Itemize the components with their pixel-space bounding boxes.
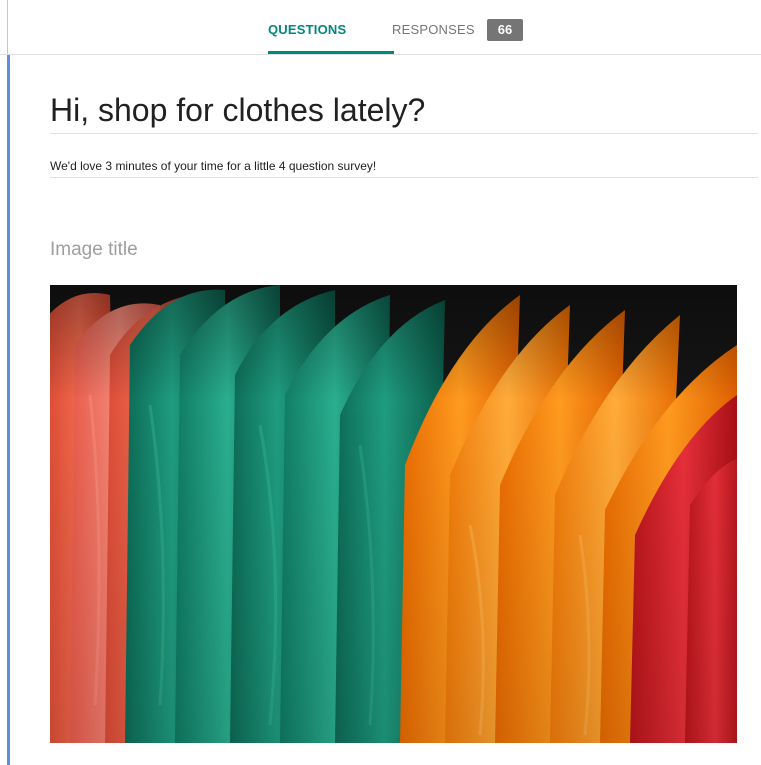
description-underline: [50, 177, 758, 178]
responses-count-badge[interactable]: 66: [487, 19, 523, 41]
divider: [7, 0, 8, 54]
shirts-photo-graphic: [50, 285, 737, 743]
form-description[interactable]: We'd love 3 minutes of your time for a l…: [50, 159, 376, 173]
title-underline: [50, 133, 758, 134]
tab-questions[interactable]: QUESTIONS: [268, 22, 346, 37]
top-tab-bar: QUESTIONS RESPONSES 66: [0, 0, 761, 55]
active-tab-indicator: [268, 51, 394, 54]
image-title[interactable]: Image title: [50, 239, 138, 261]
shirts-on-rack-photo[interactable]: [50, 285, 737, 743]
form-title[interactable]: Hi, shop for clothes lately?: [50, 92, 425, 129]
tab-responses[interactable]: RESPONSES: [392, 22, 475, 37]
